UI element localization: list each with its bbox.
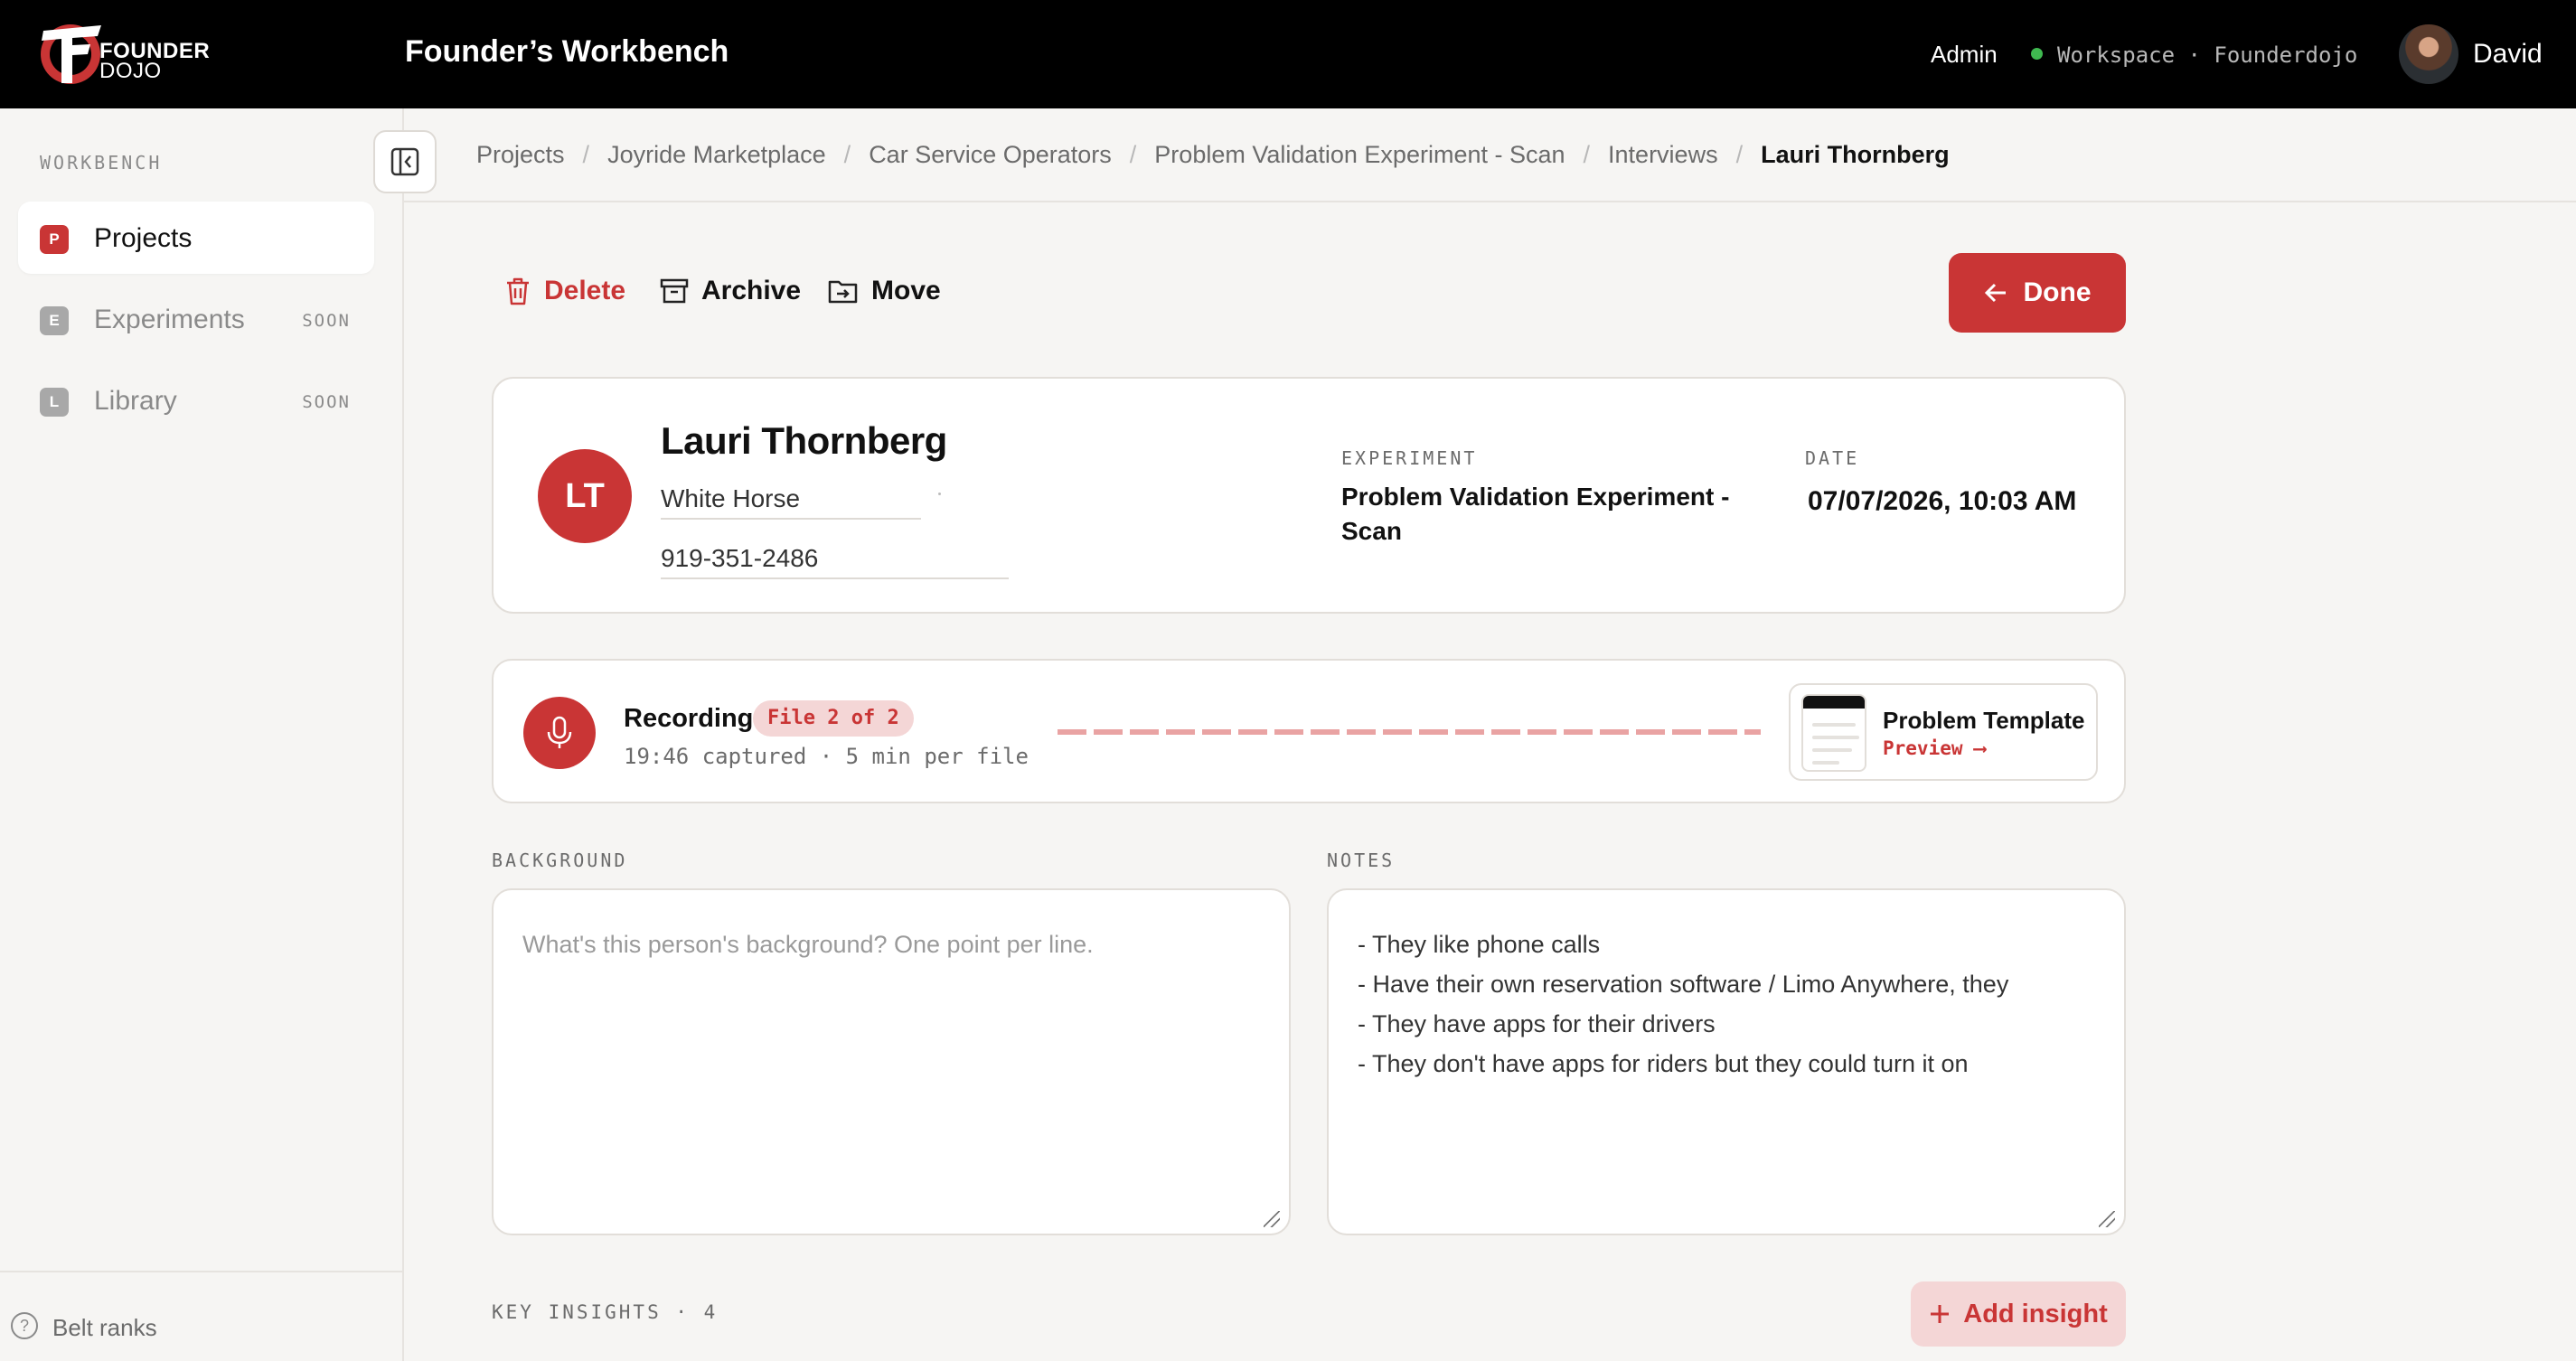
interviewee-name[interactable]: Lauri Thornberg [661,419,947,463]
workspace-status-dot-icon [2031,48,2043,60]
soon-badge: SOON [302,311,351,331]
notes-textarea[interactable]: - They like phone calls - Have their own… [1327,888,2126,1235]
sidebar-item-label: Experiments [94,305,245,334]
breadcrumb-projects[interactable]: Projects [476,141,565,169]
date-label: DATE [1805,447,1860,469]
microphone-icon [547,716,572,748]
arrow-left-icon [1984,283,2006,303]
template-preview-link[interactable]: Preview ⟶ [1883,737,1986,759]
experiments-badge-icon: E [40,306,69,335]
archive-label: Archive [701,276,802,305]
done-button[interactable]: Done [1949,253,2126,333]
recording-waveform [1058,729,1761,735]
sidebar-footer: ? Belt ranks [0,1271,402,1361]
template-title: Problem Template [1883,707,2085,734]
template-thumbnail [1801,694,1866,772]
sidebar-collapse-icon [390,147,419,176]
archive-button[interactable]: Archive [660,276,801,306]
key-insights-label: KEY INSIGHTS · 4 [492,1301,719,1323]
recording-title: Recording [624,704,754,733]
move-button[interactable]: Move [828,276,941,306]
file-count-badge: File 2 of 2 [753,700,914,737]
resize-handle-icon[interactable] [2099,1211,2115,1227]
company-field[interactable] [661,480,921,520]
founder-dojo-logo[interactable]: FOUNDER DOJO [36,18,217,90]
experiment-value-line1[interactable]: Problem Validation Experiment - [1341,480,1729,514]
breadcrumb-current: Lauri Thornberg [1761,141,1950,168]
breadcrumb-experiment[interactable]: Problem Validation Experiment - Scan [1154,141,1565,169]
record-button[interactable] [523,697,596,769]
app-title: Founder’s Workbench [405,34,729,69]
recording-status: 19:46 captured · 5 min per file [624,744,1029,769]
done-label: Done [2023,277,2092,307]
soon-badge: SOON [302,392,351,412]
user-name[interactable]: David [2473,39,2543,70]
breadcrumb-project[interactable]: Joyride Marketplace [607,141,826,169]
phone-field[interactable] [661,540,1009,579]
top-bar: FOUNDER DOJO Founder’s Workbench Admin W… [0,0,2576,108]
plus-icon [1931,1305,1950,1323]
background-label: BACKGROUND [492,849,628,871]
library-badge-icon: L [40,388,69,417]
trash-icon [507,277,529,305]
user-avatar[interactable] [2399,24,2458,84]
interviewee-card: LT Lauri Thornberg EXPERIMENT Problem Va… [492,377,2126,614]
belt-ranks-link[interactable]: Belt ranks [52,1314,157,1342]
experiment-value-line2[interactable]: Scan [1341,514,1402,549]
resize-handle-icon[interactable] [1264,1211,1280,1227]
add-insight-label: Add insight [1963,1299,2108,1328]
move-label: Move [871,276,941,305]
admin-link[interactable]: Admin [1931,41,1998,69]
sidebar-item-projects[interactable]: P Projects [18,202,374,274]
logo-subtext: DOJO [99,59,162,83]
sidebar-item-experiments[interactable]: E Experiments SOON [18,283,374,355]
date-value[interactable]: 07/07/2026, 10:03 AM [1808,484,2076,519]
breadcrumb-segment[interactable]: Car Service Operators [869,141,1112,169]
sidebar-item-library[interactable]: L Library SOON [18,364,374,436]
workspace-switcher[interactable]: Workspace · Founderdojo [2057,42,2357,68]
folder-move-icon [828,280,858,304]
collapse-sidebar-button[interactable] [373,130,437,193]
field-separator [938,493,941,495]
projects-badge-icon: P [40,225,69,254]
interviewee-avatar: LT [538,449,632,543]
breadcrumb-divider [404,201,2576,202]
breadcrumb: Projects / Joyride Marketplace / Car Ser… [476,141,1950,169]
sidebar: WORKBENCH P Projects E Experiments SOON … [0,108,404,1361]
help-icon: ? [11,1312,38,1339]
breadcrumb-interviews[interactable]: Interviews [1608,141,1718,169]
interview-template-card[interactable]: Problem Template Preview ⟶ [1789,683,2098,781]
sidebar-section-label: WORKBENCH [40,152,163,174]
background-textarea[interactable] [492,888,1291,1235]
experiment-label: EXPERIMENT [1341,447,1478,469]
notes-label: NOTES [1327,849,1396,871]
sidebar-item-label: Projects [94,223,193,253]
recording-card: Recording File 2 of 2 19:46 captured · 5… [492,659,2126,803]
sidebar-item-label: Library [94,386,177,416]
archive-icon [660,278,689,304]
delete-label: Delete [544,276,626,305]
add-insight-button[interactable]: Add insight [1911,1281,2126,1347]
delete-button[interactable]: Delete [504,276,625,306]
